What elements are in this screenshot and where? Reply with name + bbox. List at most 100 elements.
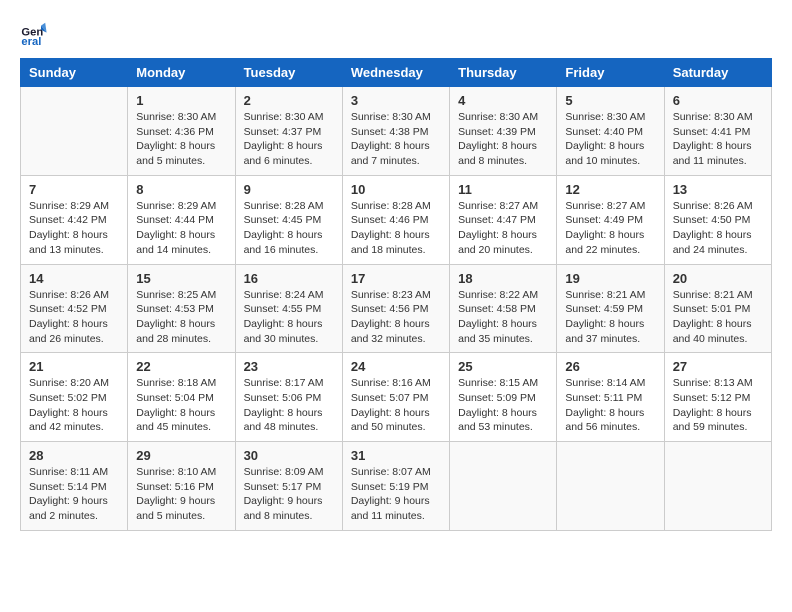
logo-icon: Gen eral (20, 20, 48, 48)
calendar-table: SundayMondayTuesdayWednesdayThursdayFrid… (20, 58, 772, 531)
calendar-cell: 27Sunrise: 8:13 AM Sunset: 5:12 PM Dayli… (664, 353, 771, 442)
day-content: Sunrise: 8:14 AM Sunset: 5:11 PM Dayligh… (565, 376, 655, 435)
header-sunday: Sunday (21, 59, 128, 87)
day-number: 4 (458, 93, 548, 108)
day-number: 29 (136, 448, 226, 463)
day-content: Sunrise: 8:30 AM Sunset: 4:37 PM Dayligh… (244, 110, 334, 169)
calendar-cell: 3Sunrise: 8:30 AM Sunset: 4:38 PM Daylig… (342, 87, 449, 176)
calendar-cell: 10 Sunrise: 8:28 AM Sunset: 4:46 PM Dayli… (342, 175, 449, 264)
day-content: Sunrise: 8:07 AM Sunset: 5:19 PM Dayligh… (351, 465, 441, 524)
calendar-cell (664, 442, 771, 531)
day-content: Sunrise: 8:11 AM Sunset: 5:14 PM Dayligh… (29, 465, 119, 524)
day-content: Sunrise: 8:25 AM Sunset: 4:53 PM Dayligh… (136, 288, 226, 347)
day-number: 15 (136, 271, 226, 286)
day-content: Sunrise: 8:23 AM Sunset: 4:56 PM Dayligh… (351, 288, 441, 347)
day-number: 8 (136, 182, 226, 197)
day-content: Sunrise: 8:10 AM Sunset: 5:16 PM Dayligh… (136, 465, 226, 524)
calendar-cell: 5Sunrise: 8:30 AM Sunset: 4:40 PM Daylig… (557, 87, 664, 176)
calendar-cell: 11Sunrise: 8:27 AM Sunset: 4:47 PM Dayli… (450, 175, 557, 264)
day-number: 13 (673, 182, 763, 197)
calendar-cell: 4Sunrise: 8:30 AM Sunset: 4:39 PM Daylig… (450, 87, 557, 176)
calendar-week-5: 28 Sunrise: 8:11 AM Sunset: 5:14 PM Dayli… (21, 442, 772, 531)
header-thursday: Thursday (450, 59, 557, 87)
logo: Gen eral (20, 20, 52, 48)
calendar-week-3: 14Sunrise: 8:26 AM Sunset: 4:52 PM Dayli… (21, 264, 772, 353)
day-content: Sunrise: 8:17 AM Sunset: 5:06 PM Dayligh… (244, 376, 334, 435)
calendar-cell: 28 Sunrise: 8:11 AM Sunset: 5:14 PM Dayli… (21, 442, 128, 531)
day-number: 21 (29, 359, 119, 374)
calendar-cell: 25 Sunrise: 8:15 AM Sunset: 5:09 PM Dayli… (450, 353, 557, 442)
day-number: 18 (458, 271, 548, 286)
day-number: 12 (565, 182, 655, 197)
day-content: Sunrise: 8:20 AM Sunset: 5:02 PM Dayligh… (29, 376, 119, 435)
calendar-cell: 15 Sunrise: 8:25 AM Sunset: 4:53 PM Dayli… (128, 264, 235, 353)
day-number: 10 (351, 182, 441, 197)
day-number: 2 (244, 93, 334, 108)
calendar-cell (557, 442, 664, 531)
header-wednesday: Wednesday (342, 59, 449, 87)
calendar-cell: 21 Sunrise: 8:20 AM Sunset: 5:02 PM Dayli… (21, 353, 128, 442)
calendar-cell: 2 Sunrise: 8:30 AM Sunset: 4:37 PM Daylig… (235, 87, 342, 176)
header-saturday: Saturday (664, 59, 771, 87)
day-number: 31 (351, 448, 441, 463)
calendar-cell: 13Sunrise: 8:26 AM Sunset: 4:50 PM Dayli… (664, 175, 771, 264)
day-content: Sunrise: 8:22 AM Sunset: 4:58 PM Dayligh… (458, 288, 548, 347)
day-number: 1 (136, 93, 226, 108)
header-tuesday: Tuesday (235, 59, 342, 87)
day-content: Sunrise: 8:21 AM Sunset: 4:59 PM Dayligh… (565, 288, 655, 347)
calendar-cell: 26 Sunrise: 8:14 AM Sunset: 5:11 PM Dayli… (557, 353, 664, 442)
day-content: Sunrise: 8:16 AM Sunset: 5:07 PM Dayligh… (351, 376, 441, 435)
day-content: Sunrise: 8:28 AM Sunset: 4:45 PM Dayligh… (244, 199, 334, 258)
day-content: Sunrise: 8:15 AM Sunset: 5:09 PM Dayligh… (458, 376, 548, 435)
header-friday: Friday (557, 59, 664, 87)
calendar-cell: 16 Sunrise: 8:24 AM Sunset: 4:55 PM Dayli… (235, 264, 342, 353)
calendar-cell: 30 Sunrise: 8:09 AM Sunset: 5:17 PM Dayli… (235, 442, 342, 531)
day-number: 6 (673, 93, 763, 108)
calendar-week-1: 1 Sunrise: 8:30 AM Sunset: 4:36 PM Daylig… (21, 87, 772, 176)
day-content: Sunrise: 8:24 AM Sunset: 4:55 PM Dayligh… (244, 288, 334, 347)
day-content: Sunrise: 8:30 AM Sunset: 4:41 PM Dayligh… (673, 110, 763, 169)
day-number: 28 (29, 448, 119, 463)
day-number: 9 (244, 182, 334, 197)
day-content: Sunrise: 8:18 AM Sunset: 5:04 PM Dayligh… (136, 376, 226, 435)
day-content: Sunrise: 8:26 AM Sunset: 4:52 PM Dayligh… (29, 288, 119, 347)
day-number: 26 (565, 359, 655, 374)
day-number: 23 (244, 359, 334, 374)
calendar-cell (450, 442, 557, 531)
calendar-week-2: 7Sunrise: 8:29 AM Sunset: 4:42 PM Daylig… (21, 175, 772, 264)
calendar-cell (21, 87, 128, 176)
calendar-cell: 1 Sunrise: 8:30 AM Sunset: 4:36 PM Daylig… (128, 87, 235, 176)
calendar-cell: 31 Sunrise: 8:07 AM Sunset: 5:19 PM Dayli… (342, 442, 449, 531)
calendar-cell: 17 Sunrise: 8:23 AM Sunset: 4:56 PM Dayli… (342, 264, 449, 353)
day-number: 30 (244, 448, 334, 463)
day-number: 20 (673, 271, 763, 286)
calendar-header-row: SundayMondayTuesdayWednesdayThursdayFrid… (21, 59, 772, 87)
day-content: Sunrise: 8:27 AM Sunset: 4:49 PM Dayligh… (565, 199, 655, 258)
calendar-body: 1 Sunrise: 8:30 AM Sunset: 4:36 PM Daylig… (21, 87, 772, 531)
calendar-cell: 14Sunrise: 8:26 AM Sunset: 4:52 PM Dayli… (21, 264, 128, 353)
day-number: 16 (244, 271, 334, 286)
calendar-cell: 7Sunrise: 8:29 AM Sunset: 4:42 PM Daylig… (21, 175, 128, 264)
day-content: Sunrise: 8:29 AM Sunset: 4:42 PM Dayligh… (29, 199, 119, 258)
day-content: Sunrise: 8:29 AM Sunset: 4:44 PM Dayligh… (136, 199, 226, 258)
day-content: Sunrise: 8:09 AM Sunset: 5:17 PM Dayligh… (244, 465, 334, 524)
calendar-cell: 22 Sunrise: 8:18 AM Sunset: 5:04 PM Dayli… (128, 353, 235, 442)
day-number: 5 (565, 93, 655, 108)
page-header: Gen eral (20, 20, 772, 48)
day-content: Sunrise: 8:28 AM Sunset: 4:46 PM Dayligh… (351, 199, 441, 258)
day-number: 11 (458, 182, 548, 197)
day-number: 24 (351, 359, 441, 374)
day-content: Sunrise: 8:30 AM Sunset: 4:36 PM Dayligh… (136, 110, 226, 169)
calendar-cell: 23 Sunrise: 8:17 AM Sunset: 5:06 PM Dayli… (235, 353, 342, 442)
day-number: 17 (351, 271, 441, 286)
calendar-cell: 8 Sunrise: 8:29 AM Sunset: 4:44 PM Daylig… (128, 175, 235, 264)
calendar-cell: 19Sunrise: 8:21 AM Sunset: 4:59 PM Dayli… (557, 264, 664, 353)
calendar-cell: 12 Sunrise: 8:27 AM Sunset: 4:49 PM Dayli… (557, 175, 664, 264)
day-number: 22 (136, 359, 226, 374)
day-content: Sunrise: 8:30 AM Sunset: 4:38 PM Dayligh… (351, 110, 441, 169)
calendar-week-4: 21 Sunrise: 8:20 AM Sunset: 5:02 PM Dayli… (21, 353, 772, 442)
day-number: 25 (458, 359, 548, 374)
calendar-cell: 6 Sunrise: 8:30 AM Sunset: 4:41 PM Daylig… (664, 87, 771, 176)
day-content: Sunrise: 8:21 AM Sunset: 5:01 PM Dayligh… (673, 288, 763, 347)
calendar-cell: 20 Sunrise: 8:21 AM Sunset: 5:01 PM Dayli… (664, 264, 771, 353)
